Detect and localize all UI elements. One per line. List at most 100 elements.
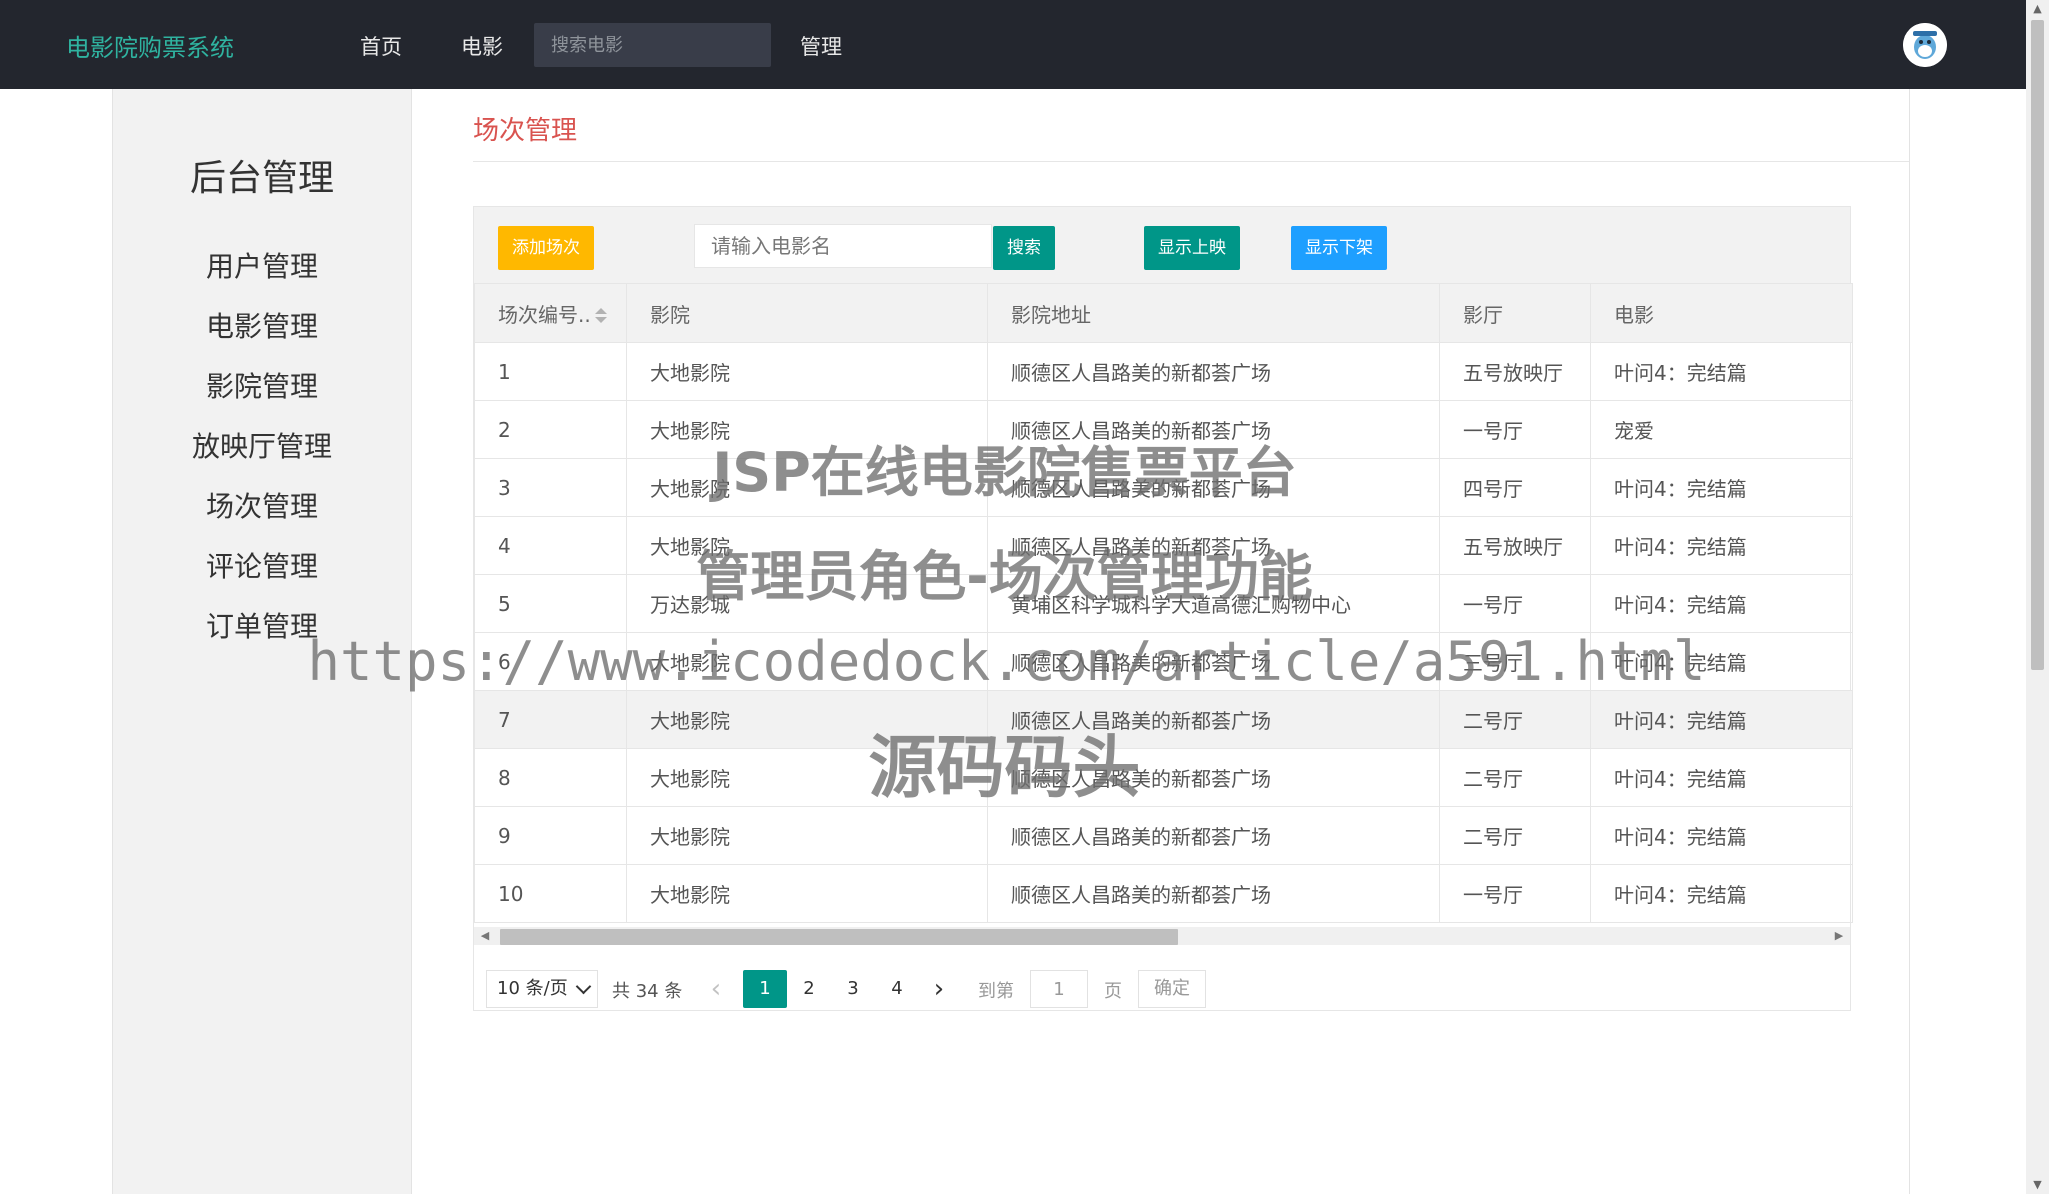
table-row[interactable]: 3 大地影院 顺德区人昌路美的新都荟广场 四号厅 叶问4：完结篇 [474, 458, 1853, 517]
cell-address: 顺德区人昌路美的新都荟广场 [987, 864, 1440, 923]
cell-session-id: 4 [474, 516, 627, 575]
user-avatar[interactable] [1903, 23, 1947, 67]
table-horizontal-scrollbar[interactable]: ◀ ▶ [474, 927, 1850, 945]
session-table: 场次编号.. 影院 影院地址 影厅 电影 1 大地影院 顺德区人昌路美的新都荟广… [474, 283, 1853, 923]
pagination: 10 条/页 共 34 条 ‹ 1 2 3 4 › 到第 页 确定 [474, 945, 1850, 1012]
horizontal-scrollbar-thumb[interactable] [500, 929, 1178, 945]
cell-session-id: 2 [474, 400, 627, 459]
scroll-left-icon[interactable]: ◀ [476, 927, 494, 945]
table-toolbar: 添加场次 搜索 显示上映 显示下架 [474, 207, 1850, 283]
cell-hall: 一号厅 [1439, 864, 1591, 923]
cell-session-id: 5 [474, 574, 627, 633]
cell-movie: 叶问4：完结篇 [1590, 806, 1853, 865]
cell-cinema: 大地影院 [626, 690, 988, 749]
table-row[interactable]: 7 大地影院 顺德区人昌路美的新都荟广场 二号厅 叶问4：完结篇 [474, 690, 1853, 749]
table-row[interactable]: 2 大地影院 顺德区人昌路美的新都荟广场 一号厅 宠爱 [474, 400, 1853, 459]
cell-hall: 三号厅 [1439, 632, 1591, 691]
show-showing-button[interactable]: 显示上映 [1144, 226, 1240, 270]
nav-home[interactable]: 首页 [360, 31, 402, 61]
cell-cinema: 大地影院 [626, 632, 988, 691]
page-size-select[interactable]: 10 条/页 [486, 970, 598, 1008]
sidebar-item-comments[interactable]: 评论管理 [113, 545, 411, 585]
column-header-session-id[interactable]: 场次编号.. [474, 283, 627, 343]
scroll-up-icon[interactable]: ▲ [2026, 0, 2049, 18]
page-4-button[interactable]: 4 [875, 970, 919, 1008]
table-row[interactable]: 4 大地影院 顺德区人昌路美的新都荟广场 五号放映厅 叶问4：完结篇 [474, 516, 1853, 575]
cell-movie: 叶问4：完结篇 [1590, 748, 1853, 807]
cell-cinema: 大地影院 [626, 400, 988, 459]
cell-session-id: 1 [474, 342, 627, 401]
cell-address: 顺德区人昌路美的新都荟广场 [987, 806, 1440, 865]
title-divider [473, 161, 1909, 162]
top-navbar: 电影院购票系统 首页 电影 管理 [0, 0, 2026, 89]
table-row[interactable]: 9 大地影院 顺德区人昌路美的新都荟广场 二号厅 叶问4：完结篇 [474, 806, 1853, 865]
brand-logo-text[interactable]: 电影院购票系统 [66, 28, 234, 63]
search-button[interactable]: 搜索 [993, 226, 1055, 270]
nav-movies[interactable]: 电影 [461, 31, 503, 61]
page-size-value: 10 条/页 [497, 978, 568, 999]
goto-confirm-button[interactable]: 确定 [1138, 970, 1206, 1008]
scrollbar-thumb[interactable] [2031, 20, 2044, 670]
scroll-right-icon[interactable]: ▶ [1830, 927, 1848, 945]
avatar-image-icon [1903, 23, 1947, 67]
cell-hall: 一号厅 [1439, 400, 1591, 459]
column-header-address: 影院地址 [987, 283, 1440, 343]
movie-name-search-input[interactable] [694, 224, 992, 268]
page-2-button[interactable]: 2 [787, 970, 831, 1008]
sidebar-item-orders[interactable]: 订单管理 [113, 605, 411, 645]
cell-address: 黄埔区科学城科学大道高德汇购物中心 [987, 574, 1440, 633]
cell-movie: 叶问4：完结篇 [1590, 690, 1853, 749]
cell-cinema: 大地影院 [626, 864, 988, 923]
scroll-down-icon[interactable]: ▼ [2026, 1176, 2049, 1194]
page-vertical-scrollbar[interactable]: ▲ ▼ [2026, 0, 2049, 1194]
cell-address: 顺德区人昌路美的新都荟广场 [987, 632, 1440, 691]
cell-session-id: 10 [474, 864, 627, 923]
cell-cinema: 大地影院 [626, 806, 988, 865]
next-page-icon[interactable]: › [924, 970, 954, 1008]
table-row[interactable]: 8 大地影院 顺德区人昌路美的新都荟广场 二号厅 叶问4：完结篇 [474, 748, 1853, 807]
cell-hall: 二号厅 [1439, 748, 1591, 807]
cell-session-id: 9 [474, 806, 627, 865]
add-session-button[interactable]: 添加场次 [498, 226, 594, 270]
show-offline-button[interactable]: 显示下架 [1291, 226, 1387, 270]
cell-address: 顺德区人昌路美的新都荟广场 [987, 690, 1440, 749]
column-header-movie: 电影 [1590, 283, 1853, 343]
movie-search-input[interactable] [534, 23, 771, 67]
cell-address: 顺德区人昌路美的新都荟广场 [987, 516, 1440, 575]
chevron-down-icon [575, 978, 592, 995]
table-row[interactable]: 5 万达影城 黄埔区科学城科学大道高德汇购物中心 一号厅 叶问4：完结篇 [474, 574, 1853, 633]
cell-cinema: 万达影城 [626, 574, 988, 633]
cell-cinema: 大地影院 [626, 748, 988, 807]
sort-icon[interactable] [594, 308, 607, 324]
cell-address: 顺德区人昌路美的新都荟广场 [987, 342, 1440, 401]
sidebar-title: 后台管理 [189, 158, 334, 199]
column-header-cinema: 影院 [626, 283, 988, 343]
sidebar-item-cinemas[interactable]: 影院管理 [113, 365, 411, 405]
table-row[interactable]: 10 大地影院 顺德区人昌路美的新都荟广场 一号厅 叶问4：完结篇 [474, 864, 1853, 923]
cell-movie: 叶问4：完结篇 [1590, 632, 1853, 691]
cell-session-id: 8 [474, 748, 627, 807]
prev-page-icon[interactable]: ‹ [701, 970, 731, 1008]
sidebar-item-users[interactable]: 用户管理 [113, 245, 411, 285]
page-3-button[interactable]: 3 [831, 970, 875, 1008]
cell-session-id: 6 [474, 632, 627, 691]
sidebar-item-movies[interactable]: 电影管理 [113, 305, 411, 345]
cell-cinema: 大地影院 [626, 516, 988, 575]
cell-movie: 叶问4：完结篇 [1590, 458, 1853, 517]
table-header-row: 场次编号.. 影院 影院地址 影厅 电影 [474, 283, 1853, 343]
page-title: 场次管理 [473, 116, 578, 146]
sidebar-item-sessions[interactable]: 场次管理 [113, 485, 411, 525]
cell-session-id: 3 [474, 458, 627, 517]
goto-page-input[interactable] [1030, 970, 1088, 1008]
sidebar-item-halls[interactable]: 放映厅管理 [113, 425, 411, 465]
column-header-hall: 影厅 [1439, 283, 1591, 343]
cell-address: 顺德区人昌路美的新都荟广场 [987, 748, 1440, 807]
page-1-button[interactable]: 1 [743, 970, 787, 1008]
table-row[interactable]: 1 大地影院 顺德区人昌路美的新都荟广场 五号放映厅 叶问4：完结篇 [474, 342, 1853, 401]
cell-address: 顺德区人昌路美的新都荟广场 [987, 400, 1440, 459]
table-row[interactable]: 6 大地影院 顺德区人昌路美的新都荟广场 三号厅 叶问4：完结篇 [474, 632, 1853, 691]
cell-movie: 叶问4：完结篇 [1590, 342, 1853, 401]
nav-admin[interactable]: 管理 [800, 31, 842, 61]
cell-hall: 四号厅 [1439, 458, 1591, 517]
session-table-panel: 添加场次 搜索 显示上映 显示下架 场次编号.. 影院 影院地址 影厅 电影 1… [473, 206, 1853, 1012]
